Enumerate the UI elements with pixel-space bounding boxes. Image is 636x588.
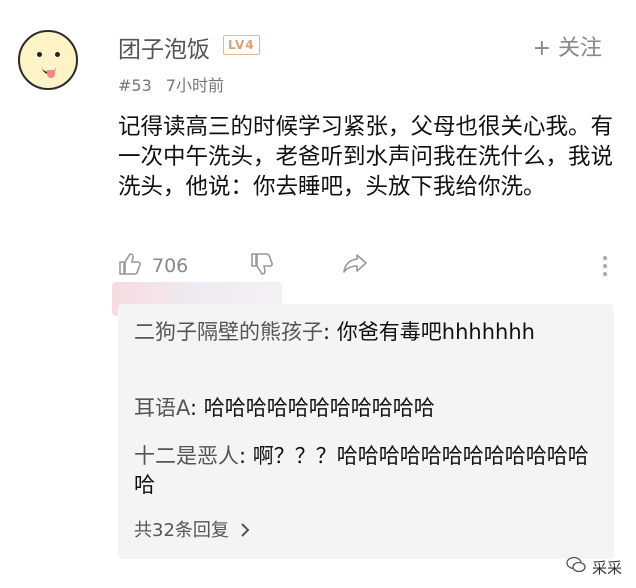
level-badge: LV4 [223, 35, 260, 55]
follow-button[interactable]: + 关注 [533, 30, 602, 62]
share-icon[interactable] [342, 252, 368, 280]
avatar[interactable] [18, 30, 78, 90]
reply-item[interactable]: 耳语A: 哈哈哈哈哈哈哈哈哈哈哈 [134, 394, 604, 423]
timestamp: 7小时前 [165, 76, 224, 95]
chevron-right-icon [235, 520, 251, 541]
comment-meta: #53 7小时前 [118, 72, 224, 96]
avatar-tongue [47, 70, 55, 78]
floor-number: #53 [118, 76, 152, 95]
reply-item[interactable]: 十二是恶人: 啊？？？哈哈哈哈哈哈哈哈哈哈哈哈哈 [134, 442, 604, 500]
username[interactable]: 团子泡饭 [118, 30, 210, 64]
reply-item[interactable]: 二狗子隔壁的熊孩子: 你爸有毒吧hhhhhhh [134, 318, 604, 347]
like-button[interactable]: 706 [118, 252, 188, 280]
reply-author[interactable]: 十二是恶人 [134, 444, 239, 468]
wechat-icon [566, 556, 586, 578]
avatar-eye [55, 52, 60, 57]
avatar-eye [37, 52, 42, 57]
reply-author[interactable]: 二狗子隔壁的熊孩子 [134, 320, 323, 344]
comment-actions: 706 [118, 250, 608, 282]
like-icon[interactable] [118, 252, 142, 280]
reply-text: 哈哈哈哈哈哈哈哈哈哈哈 [203, 396, 435, 420]
reply-author[interactable]: 耳语A [134, 396, 190, 420]
reply-panel: 二狗子隔壁的熊孩子: 你爸有毒吧hhhhhhh 耳语A: 哈哈哈哈哈哈哈哈哈哈哈… [118, 304, 614, 559]
reply-text: 你爸有毒吧hhhhhhh [336, 320, 535, 344]
like-count: 706 [152, 255, 189, 277]
more-replies-label: 共32条回复 [134, 520, 229, 541]
more-icon[interactable] [602, 255, 608, 277]
comment-text: 记得读高三的时候学习紧张，父母也很关心我。有一次中午洗头，老爸听到水声问我在洗什… [118, 114, 614, 200]
view-all-replies-link[interactable]: 共32条回复 [134, 516, 251, 542]
watermark: 采采 [566, 556, 622, 578]
dislike-icon[interactable] [250, 252, 274, 280]
watermark-text: 采采 [591, 558, 622, 577]
